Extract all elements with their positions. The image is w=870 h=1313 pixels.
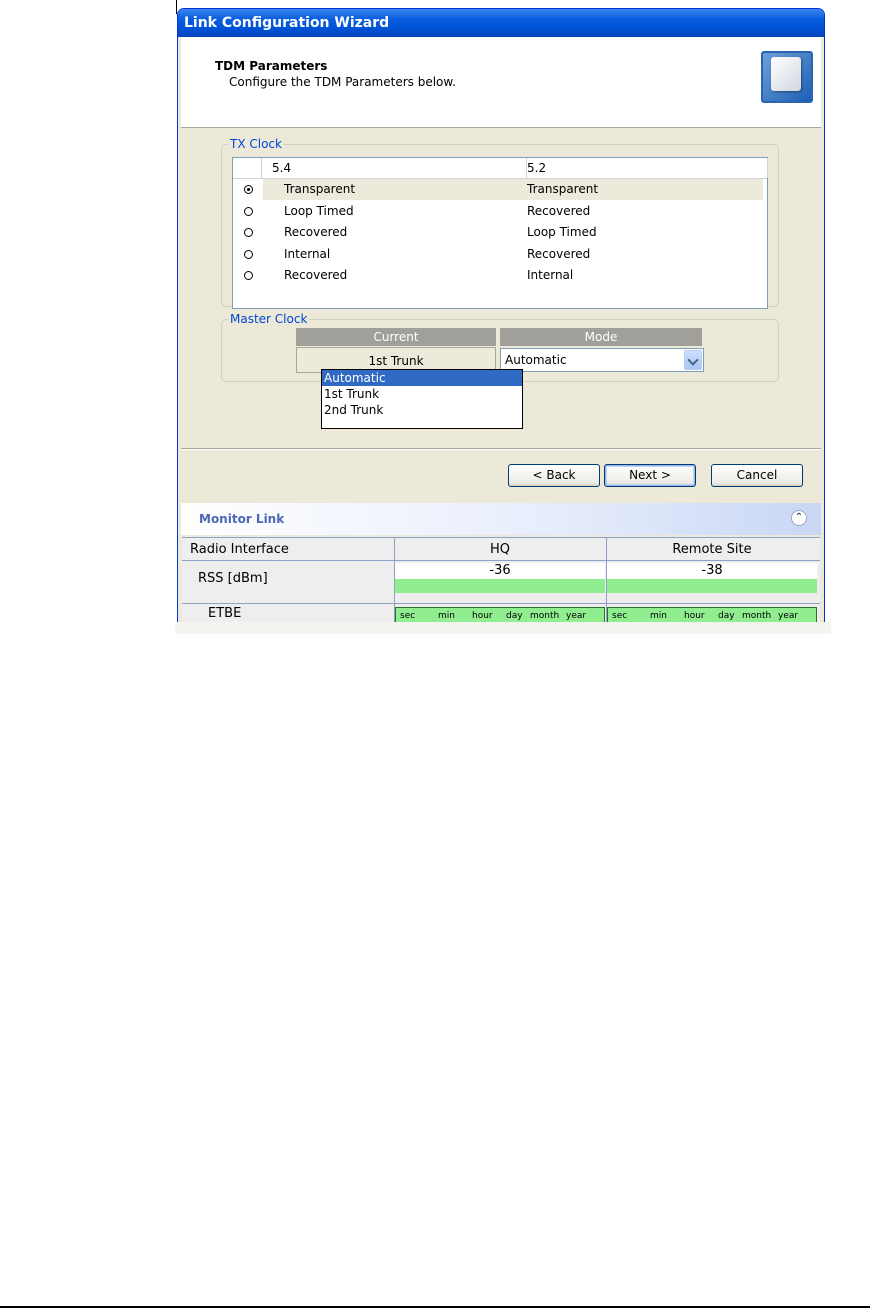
tx-clock-list[interactable]: 5.4 5.2 Transparent Transparent Loop Tim… xyxy=(232,157,768,309)
current-column-header: Current xyxy=(296,328,496,346)
chevron-down-icon[interactable] xyxy=(684,350,702,370)
page-subtitle: Configure the TDM Parameters below. xyxy=(229,75,456,89)
site-a-value: Recovered xyxy=(284,225,348,239)
scale-hour: hour xyxy=(684,611,705,621)
scale-day: day xyxy=(718,611,735,621)
column-header-site-a[interactable]: 5.4 xyxy=(262,158,527,178)
page-title: TDM Parameters xyxy=(215,59,328,73)
scale-hour: hour xyxy=(472,611,493,621)
wizard-window: Link Configuration Wizard TDM Parameters… xyxy=(177,8,825,624)
radio-button[interactable] xyxy=(244,206,253,216)
scale-month: month xyxy=(742,611,772,621)
radio-interface-label: Radio Interface xyxy=(190,542,289,557)
monitor-link-table: Radio Interface HQ Remote Site RSS [dBm]… xyxy=(182,537,820,623)
scale-day: day xyxy=(506,611,523,621)
master-clock-legend: Master Clock xyxy=(230,312,308,326)
etbe-label: ETBE xyxy=(208,606,242,621)
cancel-button-label: Cancel xyxy=(736,468,778,482)
mode-option-automatic[interactable]: Automatic xyxy=(322,370,522,386)
remote-rss-value: -38 xyxy=(607,563,817,579)
mode-column-header: Mode xyxy=(500,328,702,346)
hq-column-header: HQ xyxy=(489,542,510,557)
next-button-label: Next xyxy=(629,468,658,482)
site-a-value: Loop Timed xyxy=(284,203,354,218)
next-button[interactable]: Next > xyxy=(604,464,696,487)
scale-month: month xyxy=(530,611,560,621)
mode-select-value: Automatic xyxy=(505,353,567,367)
mode-dropdown-list[interactable]: Automatic 1st Trunk 2nd Trunk xyxy=(321,369,523,429)
scale-min: min xyxy=(650,611,667,621)
tx-clock-group: TX Clock 5.4 5.2 Transparent Transparent… xyxy=(221,137,779,309)
site-a-value: Recovered xyxy=(284,268,348,282)
tx-clock-option[interactable]: Recovered Loop Timed xyxy=(233,222,767,244)
site-a-value: Transparent xyxy=(284,182,356,196)
monitor-link-title: Monitor Link xyxy=(199,512,285,526)
scale-sec: sec xyxy=(612,611,628,621)
window-shadow xyxy=(175,622,831,634)
scale-min: min xyxy=(438,611,455,621)
remote-rss-bar xyxy=(607,579,817,593)
scale-sec: sec xyxy=(400,611,416,621)
site-b-value: Recovered xyxy=(527,246,591,261)
hq-etbe-scale: sec min hour day month year xyxy=(395,607,605,623)
tx-clock-option[interactable]: Recovered Internal xyxy=(233,265,767,287)
radio-button[interactable] xyxy=(244,228,253,237)
site-a-value: Internal xyxy=(284,246,331,261)
hq-rss-bar xyxy=(395,579,605,593)
wizard-header: TDM Parameters Configure the TDM Paramet… xyxy=(181,37,821,128)
tx-clock-option[interactable]: Transparent Transparent xyxy=(233,179,767,201)
rss-label: RSS [dBm] xyxy=(198,571,268,586)
mode-option-1st-trunk[interactable]: 1st Trunk xyxy=(322,386,522,402)
hq-rss-value: -36 xyxy=(395,563,605,579)
scale-year: year xyxy=(566,611,587,621)
master-clock-header: Current Mode xyxy=(296,328,702,346)
monitor-link-header[interactable]: Monitor Link ⌃ xyxy=(181,503,821,535)
tx-clock-option[interactable]: Loop Timed Recovered xyxy=(233,201,767,223)
divider xyxy=(181,448,821,450)
site-b-value: Internal xyxy=(527,268,574,282)
back-button[interactable]: < Back xyxy=(508,464,600,487)
back-button-label: Back xyxy=(546,468,576,482)
column-header-site-b[interactable]: 5.2 xyxy=(517,158,768,178)
mode-option-2nd-trunk[interactable]: 2nd Trunk xyxy=(322,402,522,418)
tx-clock-list-header: 5.4 5.2 xyxy=(233,158,768,179)
scale-year: year xyxy=(778,611,799,621)
remote-etbe-scale: sec min hour day month year xyxy=(607,607,817,623)
page-footer-rule xyxy=(0,1306,870,1308)
radio-antenna-icon xyxy=(761,51,813,103)
radio-button[interactable] xyxy=(244,271,253,280)
radio-button[interactable] xyxy=(244,185,253,194)
cancel-button[interactable]: Cancel xyxy=(711,464,803,487)
mode-select[interactable]: Automatic xyxy=(500,348,704,372)
remote-site-column-header: Remote Site xyxy=(672,542,752,557)
tx-clock-option[interactable]: Internal Recovered xyxy=(233,244,767,266)
site-b-value: Recovered xyxy=(527,203,591,218)
radio-button[interactable] xyxy=(244,249,253,259)
tx-clock-legend: TX Clock xyxy=(230,137,282,151)
site-b-value: Loop Timed xyxy=(527,225,597,239)
site-b-value: Transparent xyxy=(527,182,599,196)
window-title: Link Configuration Wizard xyxy=(178,9,824,37)
collapse-chevron-up-icon[interactable]: ⌃ xyxy=(791,510,807,526)
